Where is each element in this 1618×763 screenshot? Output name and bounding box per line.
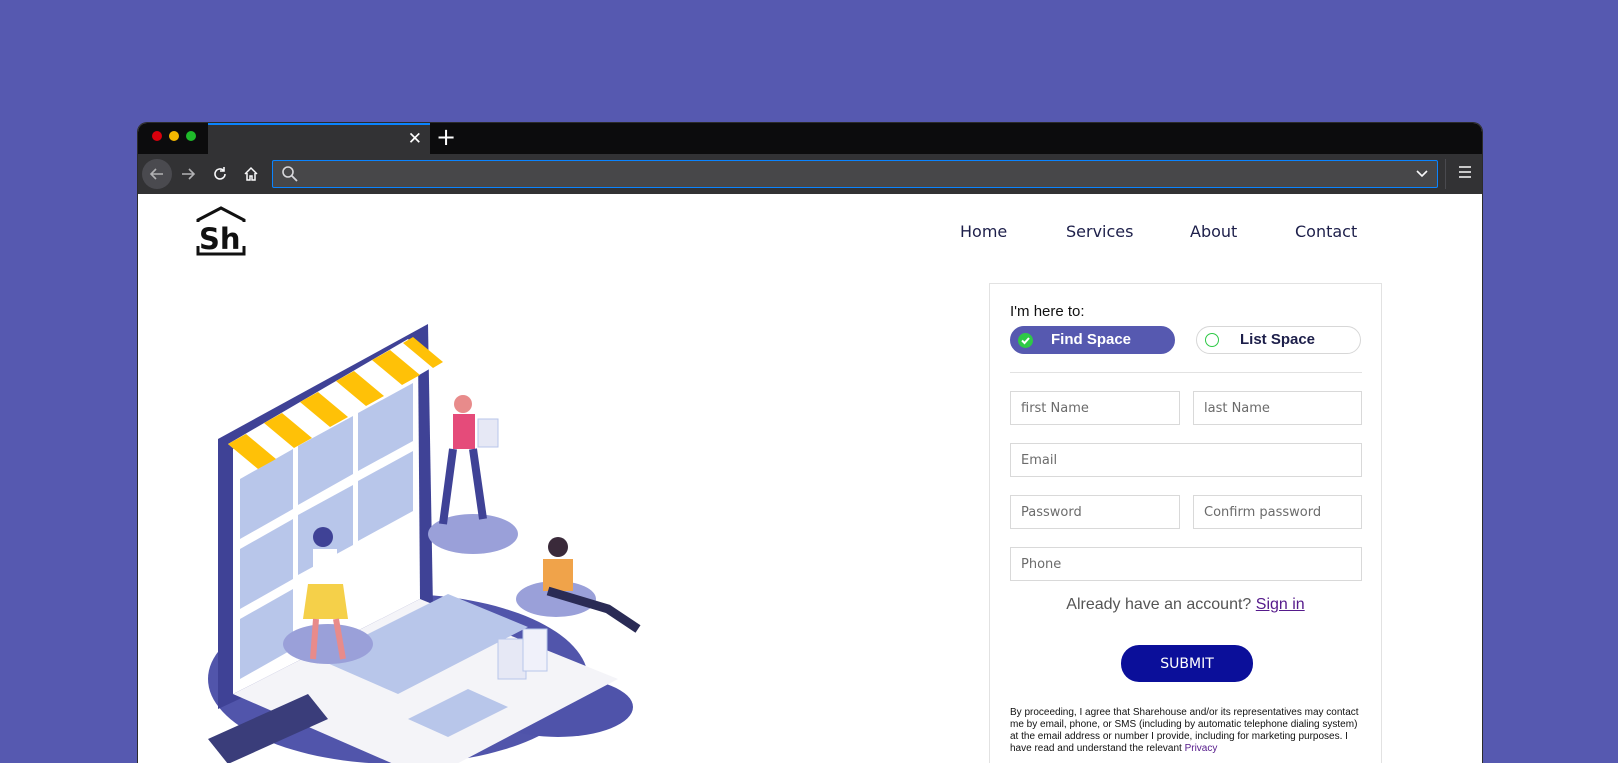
list-space-label: List Space [1240,331,1316,348]
toolbar-divider [1445,159,1446,189]
search-icon [282,166,298,182]
signin-link[interactable]: Sign in [1256,596,1305,613]
email-input[interactable] [1010,443,1362,477]
privacy-link[interactable]: Privacy [1185,743,1218,754]
reload-icon [214,167,226,180]
list-space-option[interactable]: List Space [1196,326,1361,354]
window-controls [152,131,196,141]
address-bar[interactable] [272,160,1438,188]
legal-text: By proceeding, I agree that Sharehouse a… [1010,707,1362,755]
forward-arrow-icon [182,168,196,180]
forward-button[interactable] [173,159,203,189]
nav-about[interactable]: About [1190,222,1237,241]
ecommerce-illustration [208,324,641,763]
radio-unchecked-icon [1205,333,1219,347]
last-name-input[interactable] [1193,391,1362,425]
close-tab-icon[interactable]: ✕ [408,129,422,149]
reload-button[interactable] [205,159,235,189]
new-tab-button[interactable]: + [436,124,456,150]
first-name-input[interactable] [1010,391,1180,425]
confirm-password-input[interactable] [1193,495,1362,529]
password-input[interactable] [1010,495,1180,529]
home-icon [244,166,258,181]
home-button[interactable] [236,159,266,189]
tab-bar: ✕ + [138,123,1482,154]
nav-home[interactable]: Home [960,222,1007,241]
maximize-window-button[interactable] [186,131,196,141]
browser-toolbar [138,154,1482,194]
nav-contact[interactable]: Contact [1295,222,1357,241]
back-button[interactable] [142,159,172,189]
form-intro: I'm here to: [1010,303,1085,320]
signin-prompt: Already have an account? [1066,596,1252,613]
close-window-button[interactable] [152,131,162,141]
svg-text:Sh: Sh [199,222,241,256]
nav-services[interactable]: Services [1066,222,1133,241]
minimize-window-button[interactable] [169,131,179,141]
form-divider [1010,372,1362,373]
site-logo[interactable]: Sh [195,206,251,262]
browser-window: ✕ + Sh Home Services About Contact I'm h… [138,123,1482,763]
signin-prompt-row: Already have an account? Sign in [990,596,1381,614]
page-content: Sh Home Services About Contact I'm here … [138,194,1482,763]
phone-input[interactable] [1010,547,1362,581]
signup-form: I'm here to: Find Space List Space Alrea… [989,283,1382,763]
hamburger-menu-icon[interactable] [1458,164,1472,184]
find-space-label: Find Space [1051,331,1132,348]
submit-button[interactable]: SUBMIT [1121,645,1253,682]
find-space-option[interactable]: Find Space [1010,326,1175,354]
check-icon [1018,333,1033,348]
chevron-down-icon[interactable] [1415,164,1429,184]
browser-tab[interactable]: ✕ [208,123,430,154]
back-arrow-icon [149,168,163,180]
